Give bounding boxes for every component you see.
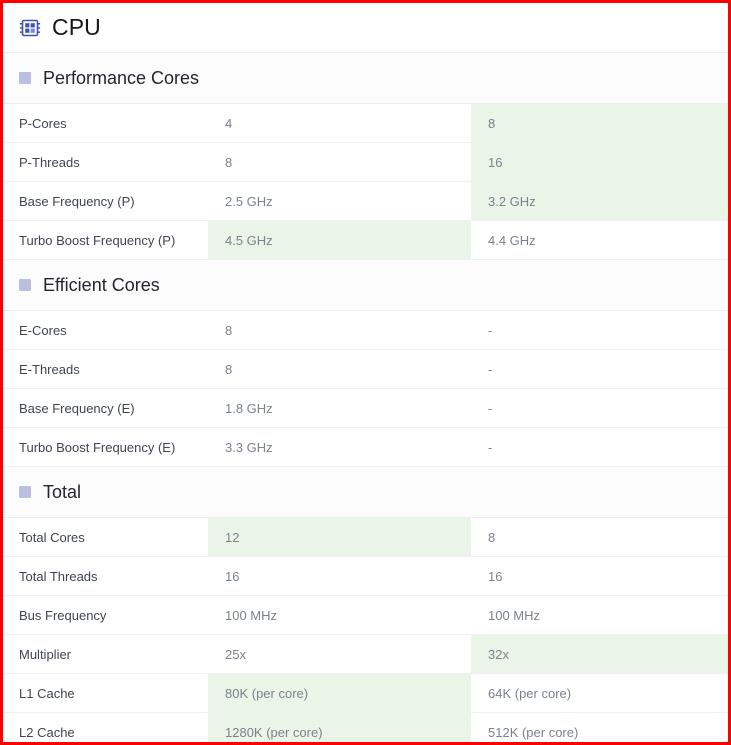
row-value-col2: 32x [471,635,728,673]
row-value-col1: 8 [225,361,233,377]
table-row: Turbo Boost Frequency (P) 4.5 GHz 4.4 GHz [3,221,728,260]
row-value-col1: 1.8 GHz [225,400,273,416]
row-label: Base Frequency (E) [19,400,135,416]
panel-header: CPU [3,3,728,53]
section-title: Performance Cores [43,68,200,88]
row-value-col1: 8 [225,154,233,170]
section-title: Efficient Cores [43,275,160,295]
section-square-marker [19,486,31,498]
table-row: E-Cores 8 - [3,311,728,350]
row-value-col2: - [488,439,493,455]
row-value-col2: 64K (per core) [488,685,572,701]
page-title: CPU [52,14,101,40]
row-value-col2: 8 [471,104,728,142]
row-label: Turbo Boost Frequency (P) [19,232,176,248]
row-label: L1 Cache [19,685,75,701]
row-value-col2: 3.2 GHz [471,182,728,220]
row-label: Multiplier [19,646,72,662]
section-square-marker [19,72,31,84]
table-row: Bus Frequency 100 MHz 100 MHz [3,596,728,635]
row-value-col1: 8 [225,322,233,338]
cpu-chip-icon [19,17,41,39]
section-header-3: Total [3,467,728,518]
row-value-col2: 4.4 GHz [488,232,536,248]
row-label: Turbo Boost Frequency (E) [19,439,176,455]
row-value-col2: 16 [488,568,503,584]
row-value-col2: 16 [471,143,728,181]
section-header-2: Efficient Cores [3,260,728,311]
row-value-col1: 12 [208,518,471,556]
row-value-col2: 8 [488,529,496,545]
row-label: P-Cores [19,115,67,131]
row-value-col1: 100 MHz [225,607,278,623]
section-title: Total [43,482,82,502]
table-row: L1 Cache 80K (per core) 64K (per core) [3,674,728,713]
row-label: Total Threads [19,568,98,584]
row-value-col1: 4 [225,115,233,131]
table-row: Multiplier 25x 32x [3,635,728,674]
table-row: Total Cores 12 8 [3,518,728,557]
section-square-marker [19,279,31,291]
table-row: L2 Cache 1280K (per core) 512K (per core) [3,713,728,742]
row-label: Bus Frequency [19,607,107,623]
row-value-col1: 2.5 GHz [225,193,273,209]
row-value-col2: 512K (per core) [488,724,579,740]
row-value-col1: 25x [225,646,246,662]
table-row: P-Threads 8 16 [3,143,728,182]
row-value-col1: 4.5 GHz [208,221,471,259]
sections-container: Performance Cores P-Cores 4 8 P-Threads 8 16 Ba… [3,53,728,742]
row-value-col2: - [488,361,493,377]
row-value-col2: - [488,400,493,416]
row-label: L2 Cache [19,724,75,740]
row-value-col1: 80K (per core) [208,674,471,712]
row-label: E-Cores [19,322,67,338]
table-row: Total Threads 16 16 [3,557,728,596]
cpu-comparison-panel: CPU Performance Cores P-Cores 4 8 P-Threads 8… [0,0,731,745]
table-row: P-Cores 4 8 [3,104,728,143]
row-label: Total Cores [19,529,85,545]
row-value-col2: - [488,322,493,338]
row-value-col2: 100 MHz [488,607,541,623]
section-header-1: Performance Cores [3,53,728,104]
table-row: Base Frequency (E) 1.8 GHz - [3,389,728,428]
row-label: E-Threads [19,361,80,377]
row-value-col1: 3.3 GHz [225,439,273,455]
table-row: E-Threads 8 - [3,350,728,389]
table-row: Base Frequency (P) 2.5 GHz 3.2 GHz [3,182,728,221]
row-value-col1: 16 [225,568,240,584]
row-label: Base Frequency (P) [19,193,135,209]
row-label: P-Threads [19,154,80,170]
table-row: Turbo Boost Frequency (E) 3.3 GHz - [3,428,728,467]
row-value-col1: 1280K (per core) [208,713,471,742]
panel-body: CPU Performance Cores P-Cores 4 8 P-Threads 8… [3,3,728,742]
